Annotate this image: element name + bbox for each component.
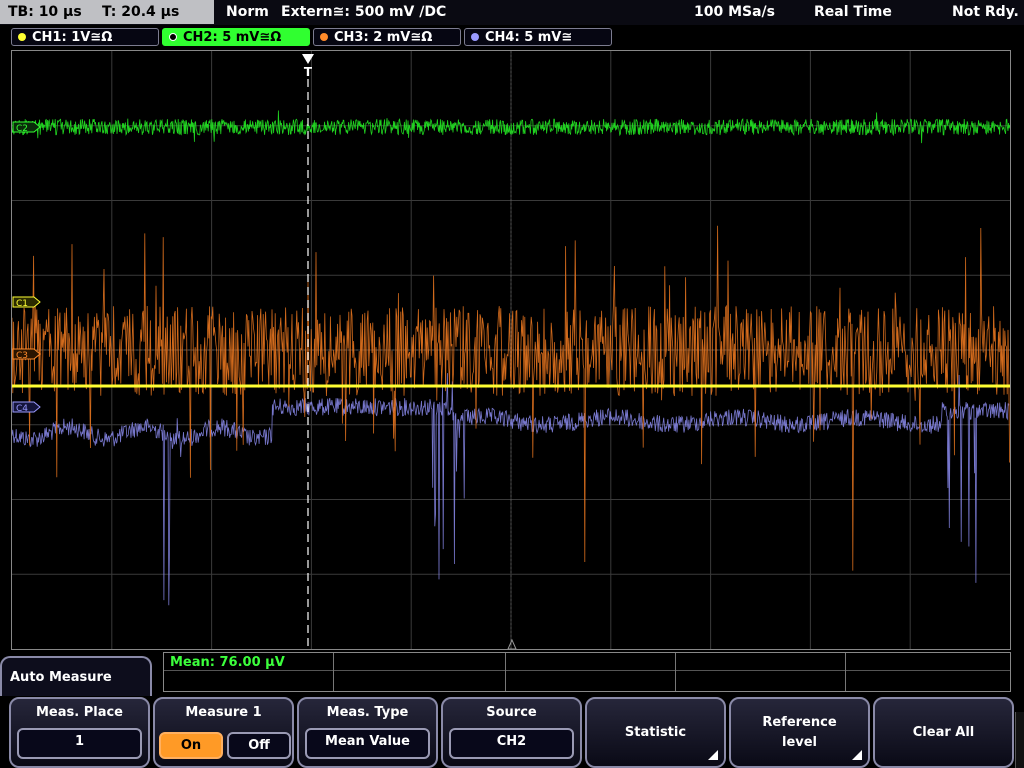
ch4-marker-label: C4 <box>16 404 28 414</box>
ch4-level-marker[interactable]: C4 <box>12 401 41 414</box>
measure1-softkey[interactable]: Measure 1 On Off <box>153 697 294 768</box>
measurement-row-divider <box>164 670 1010 671</box>
source-softkey[interactable]: Source CH2 <box>441 697 582 768</box>
source-value[interactable]: CH2 <box>449 728 574 759</box>
ch3-level-marker[interactable]: C3 <box>12 348 41 361</box>
ch2-level-marker[interactable]: C2 <box>12 121 41 134</box>
acquisition-mode: Real Time <box>814 4 892 20</box>
source-title: Source <box>486 705 537 720</box>
menu-title: Auto Measure <box>0 656 152 696</box>
ch2-dot-icon <box>169 33 177 41</box>
status-bar: TB: 10 µs T: 20.4 µs Norm Extern≅: 500 m… <box>0 0 1024 25</box>
channel-tab-ch4[interactable]: CH4: 5 mV≅ <box>464 28 612 46</box>
trigger-position-marker[interactable]: T <box>302 54 314 79</box>
statistic-softkey[interactable]: Statistic <box>585 697 726 768</box>
ch2-marker-label: C2 <box>16 124 28 134</box>
reference-level-softkey[interactable]: Reference level <box>729 697 870 768</box>
measure1-on-toggle[interactable]: On <box>159 732 223 759</box>
measurement-col-divider <box>675 653 676 691</box>
meas-type-title: Meas. Type <box>326 705 409 720</box>
statistic-label: Statistic <box>624 724 687 740</box>
measurement-col-divider <box>505 653 506 691</box>
submenu-arrow-icon <box>852 750 862 760</box>
waveform-canvas: T C2 C1 C3 C4 <box>12 51 1010 649</box>
timebase-panel[interactable]: TB: 10 µs T: 20.4 µs <box>0 0 214 24</box>
reference-label-line1: Reference <box>762 714 837 730</box>
ch3-marker-label: C3 <box>16 351 28 361</box>
meas-place-value[interactable]: 1 <box>17 728 142 759</box>
waveform-display[interactable]: T C2 C1 C3 C4 <box>11 50 1011 650</box>
measure1-title: Measure 1 <box>185 705 262 720</box>
ch4-dot-icon <box>471 33 479 41</box>
meas-place-softkey[interactable]: Meas. Place 1 <box>9 697 150 768</box>
meas-type-softkey[interactable]: Meas. Type Mean Value <box>297 697 438 768</box>
timebase-readout: TB: 10 µs <box>8 4 82 20</box>
measurement-col-divider <box>333 653 334 691</box>
menu-scroll-handle[interactable] <box>1015 712 1024 768</box>
measure1-off-toggle[interactable]: Off <box>227 732 291 759</box>
trigger-source[interactable]: Extern≅: 500 mV ∕DC <box>281 0 446 24</box>
ch1-dot-icon <box>18 33 26 41</box>
channel-tab-ch3[interactable]: CH3: 2 mV≅Ω <box>313 28 461 46</box>
clear-all-softkey[interactable]: Clear All <box>873 697 1014 768</box>
ch3-dot-icon <box>320 33 328 41</box>
channel-tab-ch1[interactable]: CH1: 1V≅Ω <box>11 28 159 46</box>
trigger-marker-label: T <box>304 65 313 79</box>
trigger-time-readout: T: 20.4 µs <box>102 4 180 20</box>
channel-tab-ch2[interactable]: CH2: 5 mV≅Ω <box>162 28 310 46</box>
horizontal-center-marker <box>507 638 517 649</box>
reference-label-line2: level <box>781 734 818 750</box>
meas-place-title: Meas. Place <box>35 705 123 720</box>
ch1-level-marker[interactable]: C1 <box>12 296 41 309</box>
trigger-mode[interactable]: Norm <box>226 0 269 24</box>
mean-measurement-readout: Mean: 76.00 µV <box>170 655 285 670</box>
sample-rate: 100 MSa/s <box>694 4 776 20</box>
clear-all-label: Clear All <box>912 724 975 740</box>
submenu-arrow-icon <box>708 750 718 760</box>
ch1-marker-label: C1 <box>16 299 28 309</box>
measurement-panel: Mean: 76.00 µV <box>163 652 1011 692</box>
measurement-col-divider <box>845 653 846 691</box>
acquisition-status: Not Rdy. <box>952 4 1019 20</box>
meas-type-value[interactable]: Mean Value <box>305 728 430 759</box>
